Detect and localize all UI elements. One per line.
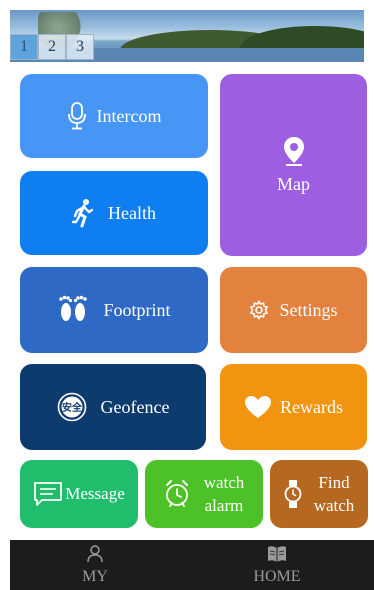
- intercom-label: Intercom: [96, 105, 162, 126]
- tab-home-label: HOME: [253, 567, 301, 585]
- health-label: Health: [108, 202, 156, 223]
- message-label: Message: [65, 484, 125, 503]
- message-icon: [33, 481, 63, 507]
- tab-my[interactable]: MY: [10, 540, 180, 590]
- gear-icon: [249, 300, 269, 320]
- footprint-label: Footprint: [103, 299, 171, 320]
- tab-my-label: MY: [82, 567, 108, 585]
- rewards-label: Rewards: [280, 396, 343, 417]
- pager-dot-2[interactable]: 2: [38, 34, 66, 60]
- map-tile[interactable]: Map: [220, 74, 367, 256]
- pager-dot-3[interactable]: 3: [66, 34, 94, 60]
- alarm-clock-icon: [164, 479, 190, 509]
- rewards-tile[interactable]: Rewards: [220, 364, 367, 450]
- health-tile[interactable]: Health: [20, 171, 208, 255]
- watch-alarm-label: watch alarm: [203, 473, 245, 515]
- settings-label: Settings: [279, 299, 338, 320]
- safety-badge-text: 安全: [62, 401, 83, 414]
- watch-icon: [284, 479, 302, 509]
- microphone-icon: [67, 102, 87, 130]
- pager-dot-1[interactable]: 1: [10, 34, 38, 60]
- geofence-label: Geofence: [100, 396, 170, 417]
- find-watch-tile[interactable]: Find watch: [270, 460, 368, 528]
- heart-icon: [244, 395, 272, 419]
- intercom-tile[interactable]: Intercom: [20, 74, 208, 158]
- banner-image[interactable]: 1 2 3: [10, 10, 364, 62]
- footprints-icon: [57, 293, 89, 327]
- person-icon: [87, 544, 103, 568]
- footprint-tile[interactable]: Footprint: [20, 267, 208, 353]
- find-watch-label: Find watch: [313, 473, 355, 515]
- geofence-tile[interactable]: 安全 Geofence: [20, 364, 206, 450]
- safety-badge-icon: 安全: [57, 392, 87, 422]
- settings-tile[interactable]: Settings: [220, 267, 367, 353]
- location-pin-icon: [283, 136, 305, 166]
- banner-pager: 1 2 3: [10, 34, 94, 60]
- message-tile[interactable]: Message: [20, 460, 138, 528]
- bottom-tab-bar: MY HOME: [10, 540, 374, 590]
- watch-alarm-tile[interactable]: watch alarm: [145, 460, 263, 528]
- book-icon: [267, 545, 287, 568]
- map-label: Map: [277, 173, 310, 194]
- tab-home[interactable]: HOME: [192, 540, 362, 590]
- running-person-icon: [72, 198, 94, 228]
